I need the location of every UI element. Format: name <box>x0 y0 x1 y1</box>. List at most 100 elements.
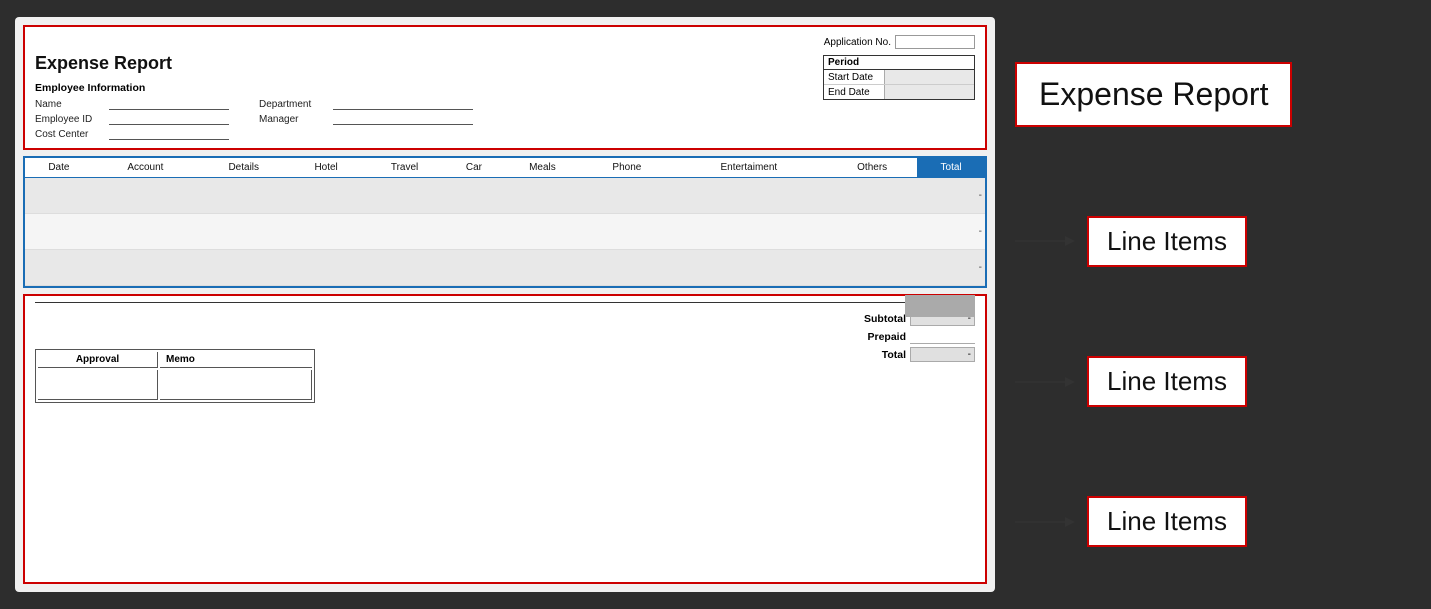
row1-meals[interactable] <box>502 178 584 214</box>
row3-others[interactable] <box>827 250 917 286</box>
row3-entertainment[interactable] <box>671 250 828 286</box>
row3-date[interactable] <box>25 250 93 286</box>
row2-others[interactable] <box>827 214 917 250</box>
col-others: Others <box>827 158 917 178</box>
app-no-input[interactable] <box>895 35 975 49</box>
line-items-annotation-3: Line Items <box>1015 496 1247 547</box>
row3-meals[interactable] <box>502 250 584 286</box>
cost-center-input[interactable] <box>109 128 229 140</box>
memo-header: Memo <box>160 352 312 368</box>
start-date-label: Start Date <box>824 71 884 84</box>
approval-header: Approval <box>38 352 158 368</box>
end-date-row: End Date <box>824 85 974 99</box>
start-date-input[interactable] <box>884 70 974 84</box>
total-row: Total - <box>851 347 975 362</box>
row1-car[interactable] <box>446 178 501 214</box>
row2-entertainment[interactable] <box>671 214 828 250</box>
arrow-3 <box>1015 512 1075 532</box>
line-items-annotation-2: Line Items <box>1015 356 1247 407</box>
approval-cell-1[interactable] <box>38 370 158 400</box>
col-travel: Travel <box>363 158 447 178</box>
row1-hotel[interactable] <box>289 178 362 214</box>
row1-travel[interactable] <box>363 178 447 214</box>
row3-phone[interactable] <box>583 250 670 286</box>
line-items-annotation-1: Line Items <box>1015 216 1247 267</box>
employee-id-input[interactable] <box>109 113 229 125</box>
manager-label: Manager <box>259 114 329 125</box>
row1-others[interactable] <box>827 178 917 214</box>
col-details: Details <box>198 158 289 178</box>
row2-car[interactable] <box>446 214 501 250</box>
row3-details[interactable] <box>198 250 289 286</box>
row1-total: - <box>917 178 985 214</box>
table-row: - <box>25 178 985 214</box>
expense-table: Date Account Details Hotel Travel Car Me… <box>25 158 985 286</box>
col-car: Car <box>446 158 501 178</box>
table-section: Date Account Details Hotel Travel Car Me… <box>23 156 987 288</box>
col-date: Date <box>25 158 93 178</box>
department-field-row: Department <box>259 98 473 110</box>
col-hotel: Hotel <box>289 158 362 178</box>
row2-date[interactable] <box>25 214 93 250</box>
period-box: Period Start Date End Date <box>823 55 975 100</box>
form-panel: Application No. Expense Report Employee … <box>15 17 995 592</box>
row2-meals[interactable] <box>502 214 584 250</box>
manager-input[interactable] <box>333 113 473 125</box>
footer-separator <box>35 302 975 303</box>
row1-details[interactable] <box>198 178 289 214</box>
arrow-1 <box>1015 231 1075 251</box>
row1-account[interactable] <box>93 178 198 214</box>
row3-account[interactable] <box>93 250 198 286</box>
department-label: Department <box>259 99 329 110</box>
footer-inner: Approval Memo Subtotal <box>35 309 975 403</box>
line-items-box-1: Line Items <box>1087 216 1247 267</box>
memo-cell-1[interactable] <box>160 370 312 400</box>
col-total: Total <box>917 158 985 178</box>
row3-car[interactable] <box>446 250 501 286</box>
prepaid-label: Prepaid <box>851 331 906 343</box>
table-row: - <box>25 250 985 286</box>
row1-phone[interactable] <box>583 178 670 214</box>
table-row: - <box>25 214 985 250</box>
cost-center-field-row: Cost Center <box>35 128 229 140</box>
approval-table: Approval Memo <box>35 349 315 403</box>
row2-total: - <box>917 214 985 250</box>
approval-area: Approval Memo <box>35 339 315 403</box>
cost-center-label: Cost Center <box>35 129 105 140</box>
name-field-row: Name <box>35 98 229 110</box>
row3-travel[interactable] <box>363 250 447 286</box>
line-items-box-3: Line Items <box>1087 496 1247 547</box>
end-date-input[interactable] <box>884 85 974 99</box>
col-meals: Meals <box>502 158 584 178</box>
prepaid-value[interactable] <box>910 329 975 344</box>
employee-id-field-row: Employee ID <box>35 113 229 125</box>
total-value: - <box>910 347 975 362</box>
row1-entertainment[interactable] <box>671 178 828 214</box>
row1-date[interactable] <box>25 178 93 214</box>
line-items-box-2: Line Items <box>1087 356 1247 407</box>
row3-total: - <box>917 250 985 286</box>
right-panel: Expense Report Line Items Line Items <box>995 17 1416 592</box>
employee-id-label: Employee ID <box>35 114 105 125</box>
subtotal-label: Subtotal <box>851 313 906 325</box>
name-input[interactable] <box>109 98 229 110</box>
manager-field-row: Manager <box>259 113 473 125</box>
end-date-label: End Date <box>824 86 884 99</box>
header-section: Application No. Expense Report Employee … <box>23 25 987 150</box>
row2-phone[interactable] <box>583 214 670 250</box>
footer-section: Approval Memo Subtotal <box>23 294 987 584</box>
row3-hotel[interactable] <box>289 250 362 286</box>
start-date-row: Start Date <box>824 70 974 85</box>
col-entertainment: Entertaiment <box>671 158 828 178</box>
approval-row-1 <box>38 370 312 400</box>
app-no-label: Application No. <box>824 37 891 48</box>
row2-travel[interactable] <box>363 214 447 250</box>
arrow-2 <box>1015 372 1075 392</box>
grey-overlap-block <box>905 295 975 317</box>
row2-details[interactable] <box>198 214 289 250</box>
row2-hotel[interactable] <box>289 214 362 250</box>
footer-right: Subtotal - Prepaid Total - <box>851 311 975 362</box>
period-title: Period <box>824 56 974 70</box>
row2-account[interactable] <box>93 214 198 250</box>
department-input[interactable] <box>333 98 473 110</box>
